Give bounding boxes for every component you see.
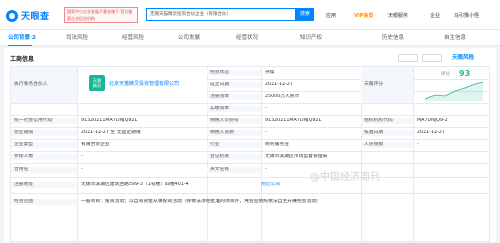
biz-term-value: 2021-12-27 至 无固定期限 (81, 130, 141, 135)
tab-history[interactable]: 历史信息 (382, 30, 404, 46)
status-label: 经营状态 (207, 70, 261, 76)
search-input[interactable]: 无锡天猫精灵投资合伙企业（有限合伙） (146, 8, 296, 21)
partner-name-link[interactable]: 北京天猫精灵投资管理有限公司 (109, 80, 179, 87)
nav-vip[interactable]: VIP会员 (354, 12, 373, 19)
score-trend-chart (424, 81, 484, 101)
nav-app[interactable]: 应用 (326, 12, 336, 19)
tab-company-background[interactable]: 公司背景 2 (8, 30, 36, 46)
approve-date-value: 2021-12-27 (417, 130, 445, 135)
tab-legal-risk[interactable]: 司法风险 (66, 30, 88, 46)
paid-capital-label: 实缴资本 (207, 106, 261, 112)
tab-count: 2 (31, 35, 36, 41)
business-info-card: 工商信息 天眼风险 执行事务合伙人 天猫 精灵 北京天猫精灵投资管理有限公司 经营… (4, 48, 496, 243)
industry-value: 商务服务业 (265, 142, 289, 147)
tab-operations[interactable]: 经营状况 (236, 30, 258, 46)
section-tabs: 公司背景 2 司法风险 经营风险 公司发展 经营状况 知识产权 历史信息 自主信… (0, 30, 500, 46)
top-bar: 天眼查 国家中小企业发展子基金旗下 官方备案企业征信机构 无锡天猫精灵投资合伙企… (0, 0, 500, 30)
tax-id-value: 91320211MA7DNJQ92L (265, 118, 322, 123)
capital-value: 25000万人民币 (265, 94, 300, 99)
nearby-companies-link[interactable]: 附近公司 (261, 182, 280, 188)
tab-ip[interactable]: 知识产权 (300, 30, 322, 46)
approve-date-label: 核准日期 (361, 130, 413, 136)
tax-id-label: 纳税人识别号 (207, 118, 261, 124)
score-label: 天眼评分 (361, 67, 413, 103)
company-type-label: 企业类型 (11, 142, 77, 148)
nav-company[interactable]: 企业 (430, 12, 440, 19)
former-name-value: - (81, 167, 83, 172)
tab-self-info[interactable]: 自主信息 (444, 30, 466, 46)
business-info-table: 执行事务合伙人 天猫 精灵 北京天猫精灵投资管理有限公司 经营状态 存续 成立日期… (10, 66, 490, 243)
taxpayer-label: 纳税人资质 (207, 130, 261, 136)
staff-size-label: 人员规模 (361, 142, 413, 148)
biz-term-label: 营业期限 (11, 130, 77, 136)
logo[interactable]: 天眼查 (6, 9, 50, 22)
company-type-value: 有限合伙企业 (81, 142, 110, 147)
tianyan-risk-link[interactable]: 天眼风险 (452, 53, 474, 61)
address-label: 注册地址 (11, 182, 77, 188)
nav-product[interactable]: 天眼服务 (388, 12, 408, 19)
logo-text: 天眼查 (21, 12, 50, 22)
gov-badge: 国家中小企业发展子基金旗下 官方备案企业征信机构 (64, 7, 138, 23)
staff-size-value: - (417, 142, 419, 147)
partner-label: 执行事务合伙人 (11, 67, 77, 103)
registry-value: 无锡市滨湖区市场监督管理局 (265, 154, 328, 159)
org-code-value: MA7DNJQ9-2 (417, 118, 448, 123)
score-sub: 评分 (441, 72, 450, 77)
header-actions (398, 54, 442, 62)
partner-seal-icon: 天猫 精灵 (89, 75, 105, 91)
tab-operating-risk[interactable]: 经营风险 (122, 30, 144, 46)
address-value: 无锡市滨湖区建筑西路599-3（1号楼）四楼401-4 (81, 182, 189, 187)
former-name-label: 曾用名 (11, 167, 77, 173)
credit-code-label: 统一社会信用代码 (11, 118, 77, 124)
scope-value: 一般项目：投资活动；以自有资金从事投资活动（除依法须经批准的项目外，凭营业执照依… (81, 199, 321, 204)
tab-development[interactable]: 公司发展 (178, 30, 200, 46)
paid-capital-value: - (265, 106, 267, 111)
score-value: 93 (459, 69, 471, 78)
founded-label: 成立日期 (207, 82, 261, 88)
registry-label: 登记机关 (207, 154, 261, 160)
industry-label: 行业 (207, 142, 261, 148)
taxpayer-value: - (265, 130, 267, 135)
watermark: @中国经济周刊 (310, 172, 380, 183)
credit-code-value: 91320211MA7DNJQ92L (81, 118, 138, 123)
scope-label: 经营范围 (11, 199, 77, 205)
status-value: 存续 (265, 70, 275, 75)
section-title: 工商信息 (10, 56, 35, 63)
download-button[interactable] (398, 54, 418, 62)
nav-user[interactable]: 马引豫小怪 (454, 12, 479, 19)
english-name-label: 英文名称 (207, 167, 261, 173)
capital-label: 注册资本 (207, 94, 261, 100)
search-button[interactable]: 搜索 (296, 8, 314, 21)
org-code-label: 组织机构代码 (361, 118, 413, 124)
insured-label: 参保人数 (11, 154, 77, 160)
tianyancha-logo-icon (6, 9, 18, 22)
insured-value: - (81, 154, 83, 159)
share-button[interactable] (422, 54, 442, 62)
founded-value: 2021-12-27 (265, 82, 293, 87)
